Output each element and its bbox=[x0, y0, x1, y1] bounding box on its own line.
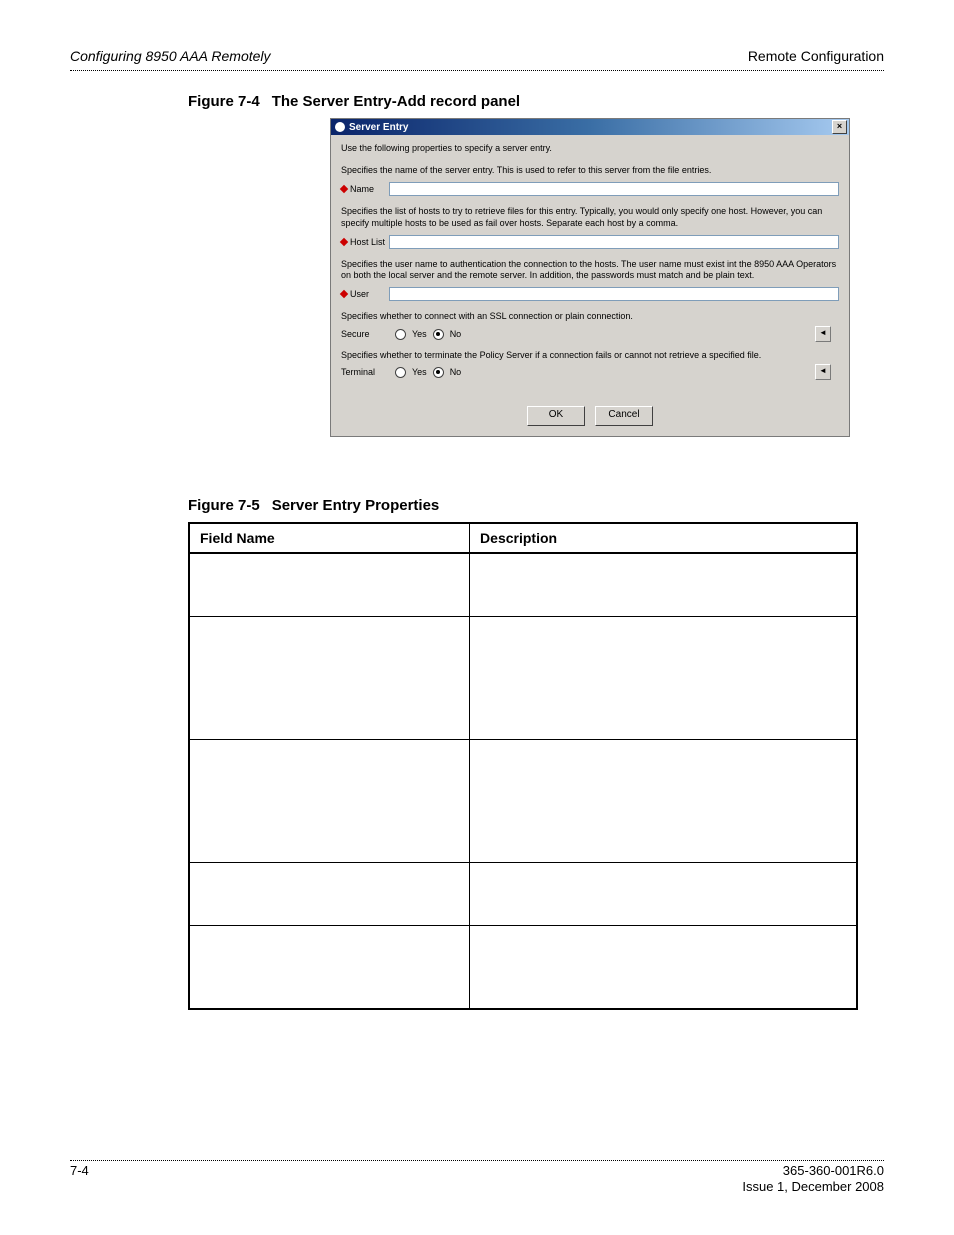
user-row: User bbox=[341, 287, 839, 301]
terminal-row: Terminal Yes No ◄ bbox=[341, 367, 839, 378]
table-row bbox=[189, 739, 857, 862]
header-right: Remote Configuration bbox=[748, 48, 884, 64]
required-icon bbox=[340, 290, 348, 298]
document-id: 365-360-001R6.0 bbox=[783, 1163, 884, 1178]
terminal-no-label: No bbox=[450, 367, 462, 377]
terminal-label: Terminal bbox=[341, 367, 389, 377]
cell-field-name bbox=[189, 862, 470, 925]
cell-field-name bbox=[189, 553, 470, 617]
footer-right: 365-360-001R6.0 Issue 1, December 2008 bbox=[742, 1163, 884, 1196]
secure-row: Secure Yes No ◄ bbox=[341, 329, 839, 340]
cell-field-name bbox=[189, 739, 470, 862]
issue-line: Issue 1, December 2008 bbox=[742, 1179, 884, 1194]
figure-number: Figure 7-5 bbox=[188, 497, 260, 514]
close-icon[interactable]: × bbox=[832, 120, 847, 134]
cell-description bbox=[470, 553, 857, 617]
terminal-arrow-icon[interactable]: ◄ bbox=[815, 364, 831, 380]
secure-no-label: No bbox=[450, 329, 462, 339]
dialog-titlebar: Server Entry × bbox=[331, 119, 849, 135]
cell-field-name bbox=[189, 616, 470, 739]
table-row bbox=[189, 616, 857, 739]
app-icon bbox=[335, 122, 345, 132]
figure-title: Server Entry Properties bbox=[272, 497, 440, 514]
name-label: Name bbox=[341, 184, 389, 194]
figure-7-4-caption: Figure 7-4 The Server Entry-Add record pa… bbox=[188, 93, 884, 110]
footer-divider bbox=[70, 1160, 884, 1161]
cell-field-name bbox=[189, 925, 470, 1009]
hostlist-input[interactable] bbox=[389, 235, 839, 249]
terminal-description: Specifies whether to terminate the Polic… bbox=[341, 350, 839, 361]
dialog-title-text: Server Entry bbox=[349, 122, 408, 133]
user-description: Specifies the user name to authenticatio… bbox=[341, 259, 839, 282]
page-number: 7-4 bbox=[70, 1163, 89, 1196]
name-row: Name bbox=[341, 182, 839, 196]
header-left: Configuring 8950 AAA Remotely bbox=[70, 48, 271, 64]
header-divider bbox=[70, 70, 884, 71]
secure-label: Secure bbox=[341, 329, 389, 339]
dialog-body: Use the following properties to specify … bbox=[331, 135, 849, 436]
terminal-yes-label: Yes bbox=[412, 367, 427, 377]
table-header-row: Field Name Description bbox=[189, 523, 857, 553]
hostlist-description: Specifies the list of hosts to try to re… bbox=[341, 206, 839, 229]
secure-yes-label: Yes bbox=[412, 329, 427, 339]
secure-description: Specifies whether to connect with an SSL… bbox=[341, 311, 839, 322]
terminal-no-radio[interactable] bbox=[433, 367, 444, 378]
page-footer: 7-4 365-360-001R6.0 Issue 1, December 20… bbox=[70, 1160, 884, 1196]
th-field-name: Field Name bbox=[189, 523, 470, 553]
secure-arrow-icon[interactable]: ◄ bbox=[815, 326, 831, 342]
dialog-button-row: OK Cancel bbox=[341, 406, 839, 426]
required-icon bbox=[340, 185, 348, 193]
table-row bbox=[189, 862, 857, 925]
cell-description bbox=[470, 616, 857, 739]
figure-title: The Server Entry-Add record panel bbox=[272, 93, 520, 110]
cell-description bbox=[470, 925, 857, 1009]
terminal-yes-radio[interactable] bbox=[395, 367, 406, 378]
cell-description bbox=[470, 739, 857, 862]
hostlist-row: Host List bbox=[341, 235, 839, 249]
properties-table-wrap: Field Name Description bbox=[188, 522, 858, 1010]
server-entry-dialog: Server Entry × Use the following propert… bbox=[330, 118, 850, 437]
user-label-text: User bbox=[350, 289, 369, 299]
th-description: Description bbox=[470, 523, 857, 553]
secure-yes-radio[interactable] bbox=[395, 329, 406, 340]
ok-button[interactable]: OK bbox=[527, 406, 585, 426]
name-label-text: Name bbox=[350, 184, 374, 194]
properties-table: Field Name Description bbox=[188, 522, 858, 1010]
required-icon bbox=[340, 238, 348, 246]
cell-description bbox=[470, 862, 857, 925]
table-row bbox=[189, 925, 857, 1009]
figure-number: Figure 7-4 bbox=[188, 93, 260, 110]
user-input[interactable] bbox=[389, 287, 839, 301]
dialog-intro-text: Use the following properties to specify … bbox=[341, 143, 839, 153]
name-input[interactable] bbox=[389, 182, 839, 196]
cancel-button[interactable]: Cancel bbox=[595, 406, 653, 426]
figure-7-5-caption: Figure 7-5 Server Entry Properties bbox=[188, 497, 884, 514]
user-label: User bbox=[341, 289, 389, 299]
name-description: Specifies the name of the server entry. … bbox=[341, 165, 839, 176]
page-header: Configuring 8950 AAA Remotely Remote Con… bbox=[70, 48, 884, 64]
table-row bbox=[189, 553, 857, 617]
hostlist-label: Host List bbox=[341, 237, 389, 247]
secure-no-radio[interactable] bbox=[433, 329, 444, 340]
hostlist-label-text: Host List bbox=[350, 237, 385, 247]
